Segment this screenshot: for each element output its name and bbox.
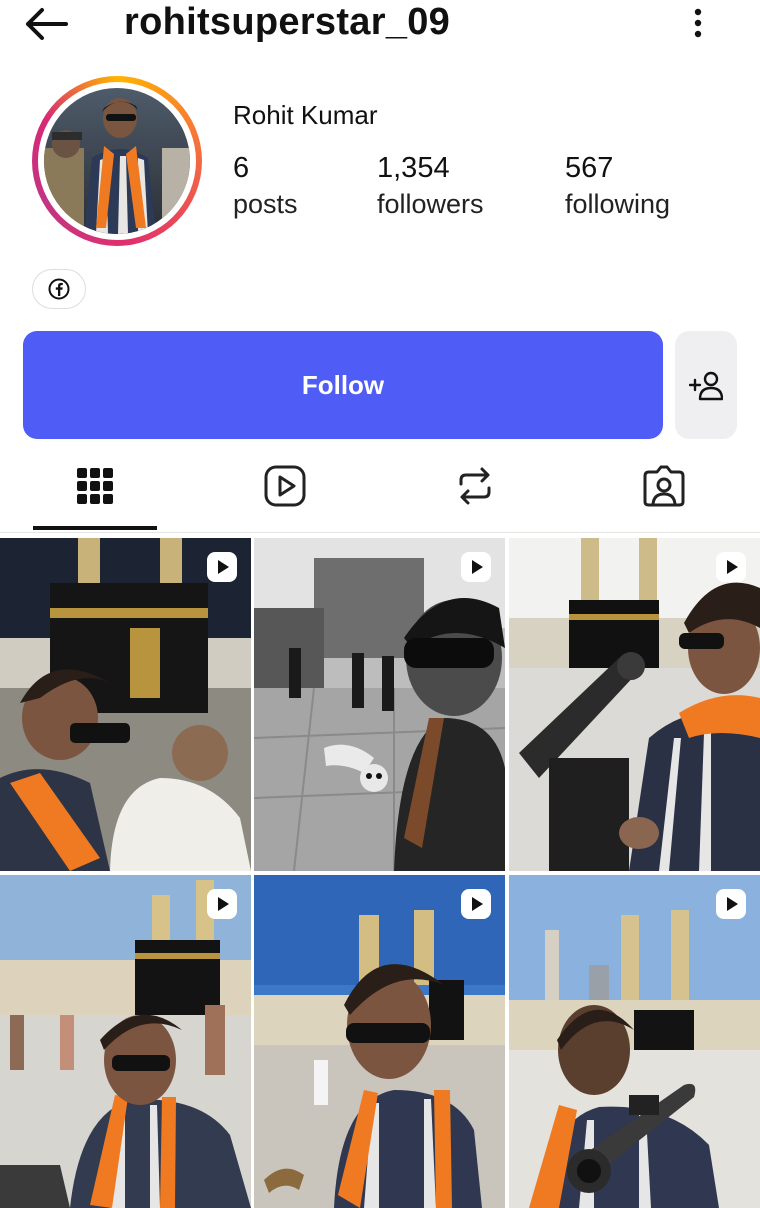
stat-label: posts — [233, 189, 298, 219]
suggested-accounts-button[interactable] — [675, 331, 737, 439]
reel-icon — [218, 560, 229, 574]
more-vertical-icon[interactable] — [688, 6, 708, 40]
reel-icon — [727, 897, 738, 911]
post-image — [509, 538, 760, 871]
reel-indicator — [461, 889, 491, 919]
post-thumbnail[interactable] — [0, 538, 251, 871]
reel-indicator — [716, 552, 746, 582]
tab-reels[interactable] — [205, 458, 365, 530]
reel-indicator — [716, 889, 746, 919]
profile-tabs — [0, 458, 760, 533]
selected-tab-indicator — [33, 526, 157, 530]
reels-icon — [264, 465, 306, 507]
post-image — [509, 875, 760, 1208]
arrow-left-icon[interactable] — [22, 4, 70, 44]
tab-reposts[interactable] — [395, 458, 555, 530]
grid-icon — [77, 468, 113, 504]
reel-icon — [727, 560, 738, 574]
profile-full-name: Rohit Kumar — [233, 100, 378, 130]
followers-count[interactable]: 1,354 followers — [377, 150, 484, 222]
stat-value: 567 — [565, 152, 614, 184]
profile-username: rohitsuperstar_09 — [124, 1, 451, 43]
tagged-icon — [643, 465, 685, 507]
stat-label: followers — [377, 189, 484, 219]
tab-tagged[interactable] — [585, 458, 745, 530]
posts-count[interactable]: 6 posts — [233, 150, 298, 222]
post-image — [0, 875, 251, 1208]
reel-indicator — [461, 552, 491, 582]
stat-value: 1,354 — [377, 152, 450, 184]
stat-label: following — [565, 189, 671, 219]
tab-grid[interactable] — [15, 458, 175, 530]
stat-value: 6 — [233, 152, 250, 184]
posts-grid — [0, 538, 760, 1208]
post-thumbnail[interactable] — [509, 875, 760, 1208]
post-image — [0, 538, 251, 871]
reel-icon — [218, 897, 229, 911]
post-thumbnail[interactable] — [254, 875, 505, 1208]
top-bar: rohitsuperstar_09 — [0, 0, 760, 60]
post-image — [254, 538, 505, 871]
post-thumbnail[interactable] — [0, 875, 251, 1208]
reel-indicator — [207, 889, 237, 919]
post-image — [254, 875, 505, 1208]
follow-button[interactable]: Follow — [23, 331, 663, 439]
following-count[interactable]: 567 following — [565, 150, 670, 222]
story-ring[interactable] — [32, 76, 202, 246]
post-thumbnail[interactable] — [254, 538, 505, 871]
reel-icon — [472, 560, 483, 574]
facebook-link-chip[interactable] — [32, 269, 86, 309]
reel-icon — [472, 897, 483, 911]
add-person-icon — [689, 371, 723, 401]
repost-icon — [459, 467, 491, 505]
reel-indicator — [207, 552, 237, 582]
post-thumbnail[interactable] — [509, 538, 760, 871]
avatar — [44, 88, 190, 234]
facebook-icon — [48, 278, 70, 300]
